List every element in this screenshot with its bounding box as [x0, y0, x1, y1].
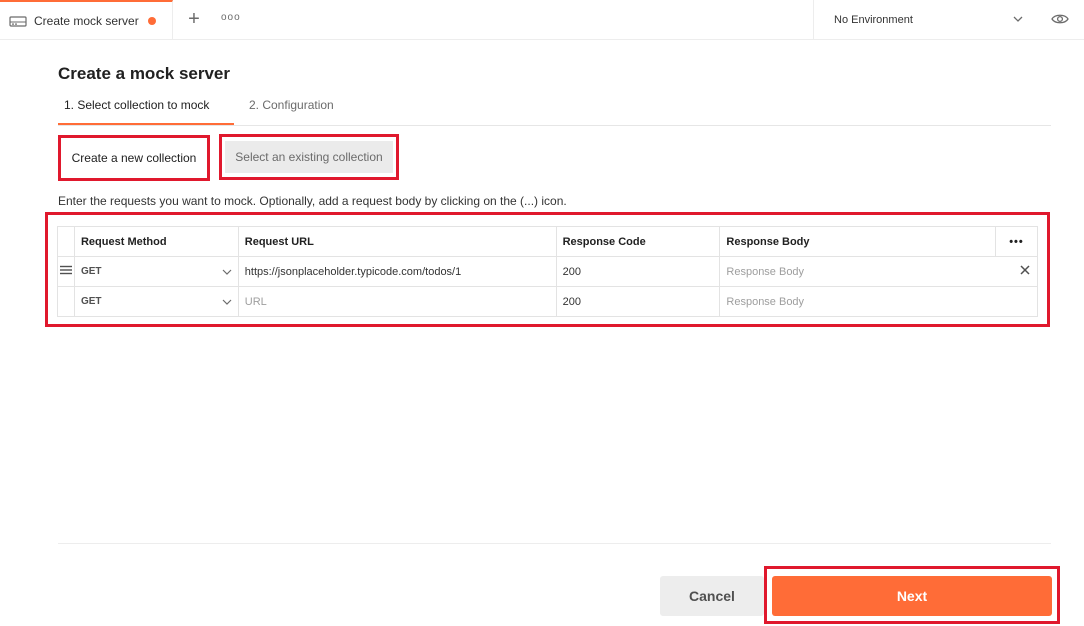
drag-handle[interactable]: [57, 256, 75, 287]
requests-table: Request Method Request URL Response Code…: [57, 226, 1039, 317]
tab-select-collection[interactable]: 1. Select collection to mock: [64, 98, 209, 112]
table-header-row: Request Method Request URL Response Code…: [57, 226, 1039, 257]
select-existing-collection-label: Select an existing collection: [235, 150, 383, 164]
next-button[interactable]: Next: [772, 576, 1052, 616]
active-step-indicator: [58, 123, 234, 125]
select-existing-collection-button[interactable]: Select an existing collection: [219, 134, 399, 180]
method-select[interactable]: GET: [73, 286, 239, 317]
response-body-placeholder: Response Body: [726, 295, 805, 308]
create-new-collection-label: Create a new collection: [71, 151, 197, 165]
eye-icon[interactable]: [1051, 12, 1069, 26]
response-body-input[interactable]: Response Body: [719, 286, 1038, 317]
table-row: GET https://jsonplaceholder.typicode.com…: [57, 256, 1038, 287]
handle-header: [57, 226, 75, 257]
chevron-down-icon[interactable]: [1012, 13, 1024, 25]
response-code-value: 200: [562, 295, 581, 308]
tab-title: Create mock server: [34, 14, 139, 28]
method-value: GET: [80, 266, 102, 277]
method-select[interactable]: GET: [73, 256, 239, 287]
column-header-body: Response Body: [719, 226, 996, 257]
table-row: GET URL 200 Response Body: [57, 286, 1038, 317]
method-value: GET: [80, 296, 102, 307]
close-icon[interactable]: [1019, 264, 1031, 276]
environment-label: No Environment: [834, 14, 913, 26]
response-code-input[interactable]: 200: [555, 256, 721, 287]
create-new-collection-button[interactable]: Create a new collection: [58, 135, 210, 181]
drag-handle-empty: [57, 286, 75, 317]
page-title: Create a mock server: [58, 64, 231, 83]
tab-configuration[interactable]: 2. Configuration: [249, 98, 334, 112]
new-tab-button[interactable]: +: [186, 9, 202, 29]
url-value: https://jsonplaceholder.typicode.com/tod…: [244, 265, 462, 278]
column-header-code: Response Code: [555, 226, 721, 257]
instructions-text: Enter the requests you want to mock. Opt…: [58, 194, 567, 208]
unsaved-dot-icon: [148, 17, 156, 25]
url-input[interactable]: https://jsonplaceholder.typicode.com/tod…: [237, 256, 557, 287]
cancel-button[interactable]: Cancel: [660, 576, 764, 616]
top-bar: Create mock server + ooo No Environment: [0, 0, 1084, 40]
url-placeholder: URL: [244, 295, 267, 308]
more-tabs-button[interactable]: ooo: [221, 12, 241, 23]
response-body-placeholder: Response Body: [726, 265, 805, 278]
more-options-icon[interactable]: •••: [994, 226, 1039, 257]
column-header-url: Request URL: [237, 226, 557, 257]
chevron-down-icon: [222, 299, 232, 305]
url-input[interactable]: URL: [237, 286, 557, 317]
footer-divider: [58, 543, 1051, 544]
drag-handle-icon: [59, 265, 72, 275]
column-header-method: Request Method: [73, 226, 239, 257]
mock-server-icon: [9, 16, 27, 27]
step-tabs: 1. Select collection to mock 2. Configur…: [58, 92, 1051, 126]
response-code-value: 200: [562, 265, 581, 278]
chevron-down-icon: [222, 269, 232, 275]
environment-selector[interactable]: No Environment: [813, 0, 1039, 40]
tab-create-mock-server[interactable]: Create mock server: [0, 0, 173, 40]
response-code-input[interactable]: 200: [555, 286, 721, 317]
response-body-input[interactable]: Response Body: [719, 256, 1038, 287]
